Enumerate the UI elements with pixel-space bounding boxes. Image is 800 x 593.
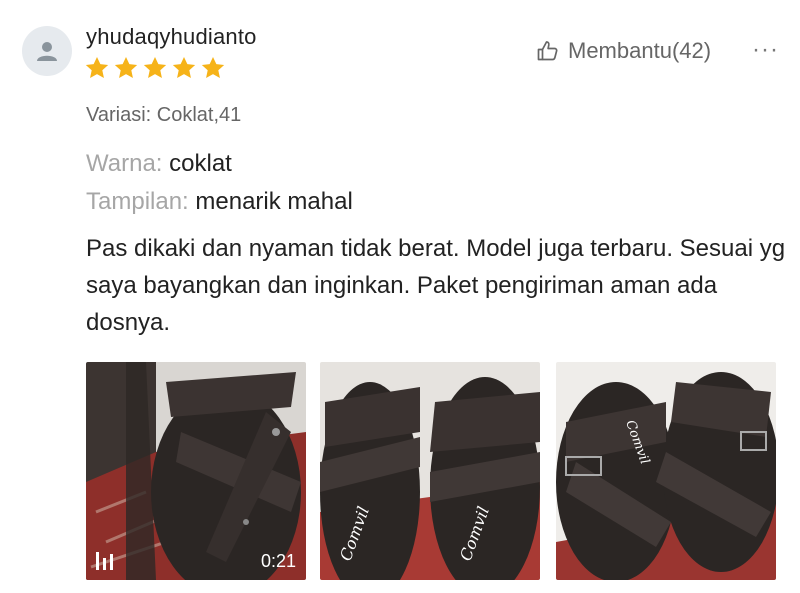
more-options-icon[interactable]: ···: [752, 36, 779, 64]
star-icon: [201, 56, 225, 78]
avatar[interactable]: [22, 26, 72, 76]
review-video-thumbnail[interactable]: 0:21: [86, 362, 306, 580]
review-image-thumbnail[interactable]: Comvil Comvil: [320, 362, 540, 580]
attribute-row: Tampilan: menarik mahal: [86, 188, 353, 216]
star-icon: [85, 56, 109, 78]
sandal-photo: Comvil Comvil: [320, 362, 540, 580]
product-variant: Variasi: Coklat,41: [86, 104, 242, 126]
star-icon: [172, 56, 196, 78]
video-duration: 0:21: [260, 551, 296, 571]
attribute-value: menarik mahal: [195, 188, 353, 215]
helpful-button[interactable]: Membantu(42): [536, 38, 711, 64]
star-icon: [114, 56, 138, 78]
attribute-key: Tampilan:: [86, 188, 189, 215]
reviewer-name[interactable]: yhudaqyhudianto: [86, 24, 257, 50]
star-icon: [143, 56, 167, 78]
attribute-value: coklat: [169, 150, 232, 177]
user-icon: [37, 42, 57, 61]
helpful-label: Membantu(42): [568, 38, 712, 63]
review-text: Pas dikaki dan nyaman tidak berat. Model…: [86, 235, 786, 336]
review-card: yhudaqyhudianto Membantu(42) ··· Variasi…: [0, 0, 800, 593]
video-icon: [96, 552, 113, 570]
star-rating: [84, 55, 226, 81]
review-image-thumbnail[interactable]: Comvil: [556, 362, 776, 580]
attribute-key: Warna:: [86, 150, 163, 177]
attribute-row: Warna: coklat: [86, 150, 232, 178]
sandal-photo: Comvil: [556, 362, 776, 580]
thumbs-up-icon: [537, 41, 558, 61]
